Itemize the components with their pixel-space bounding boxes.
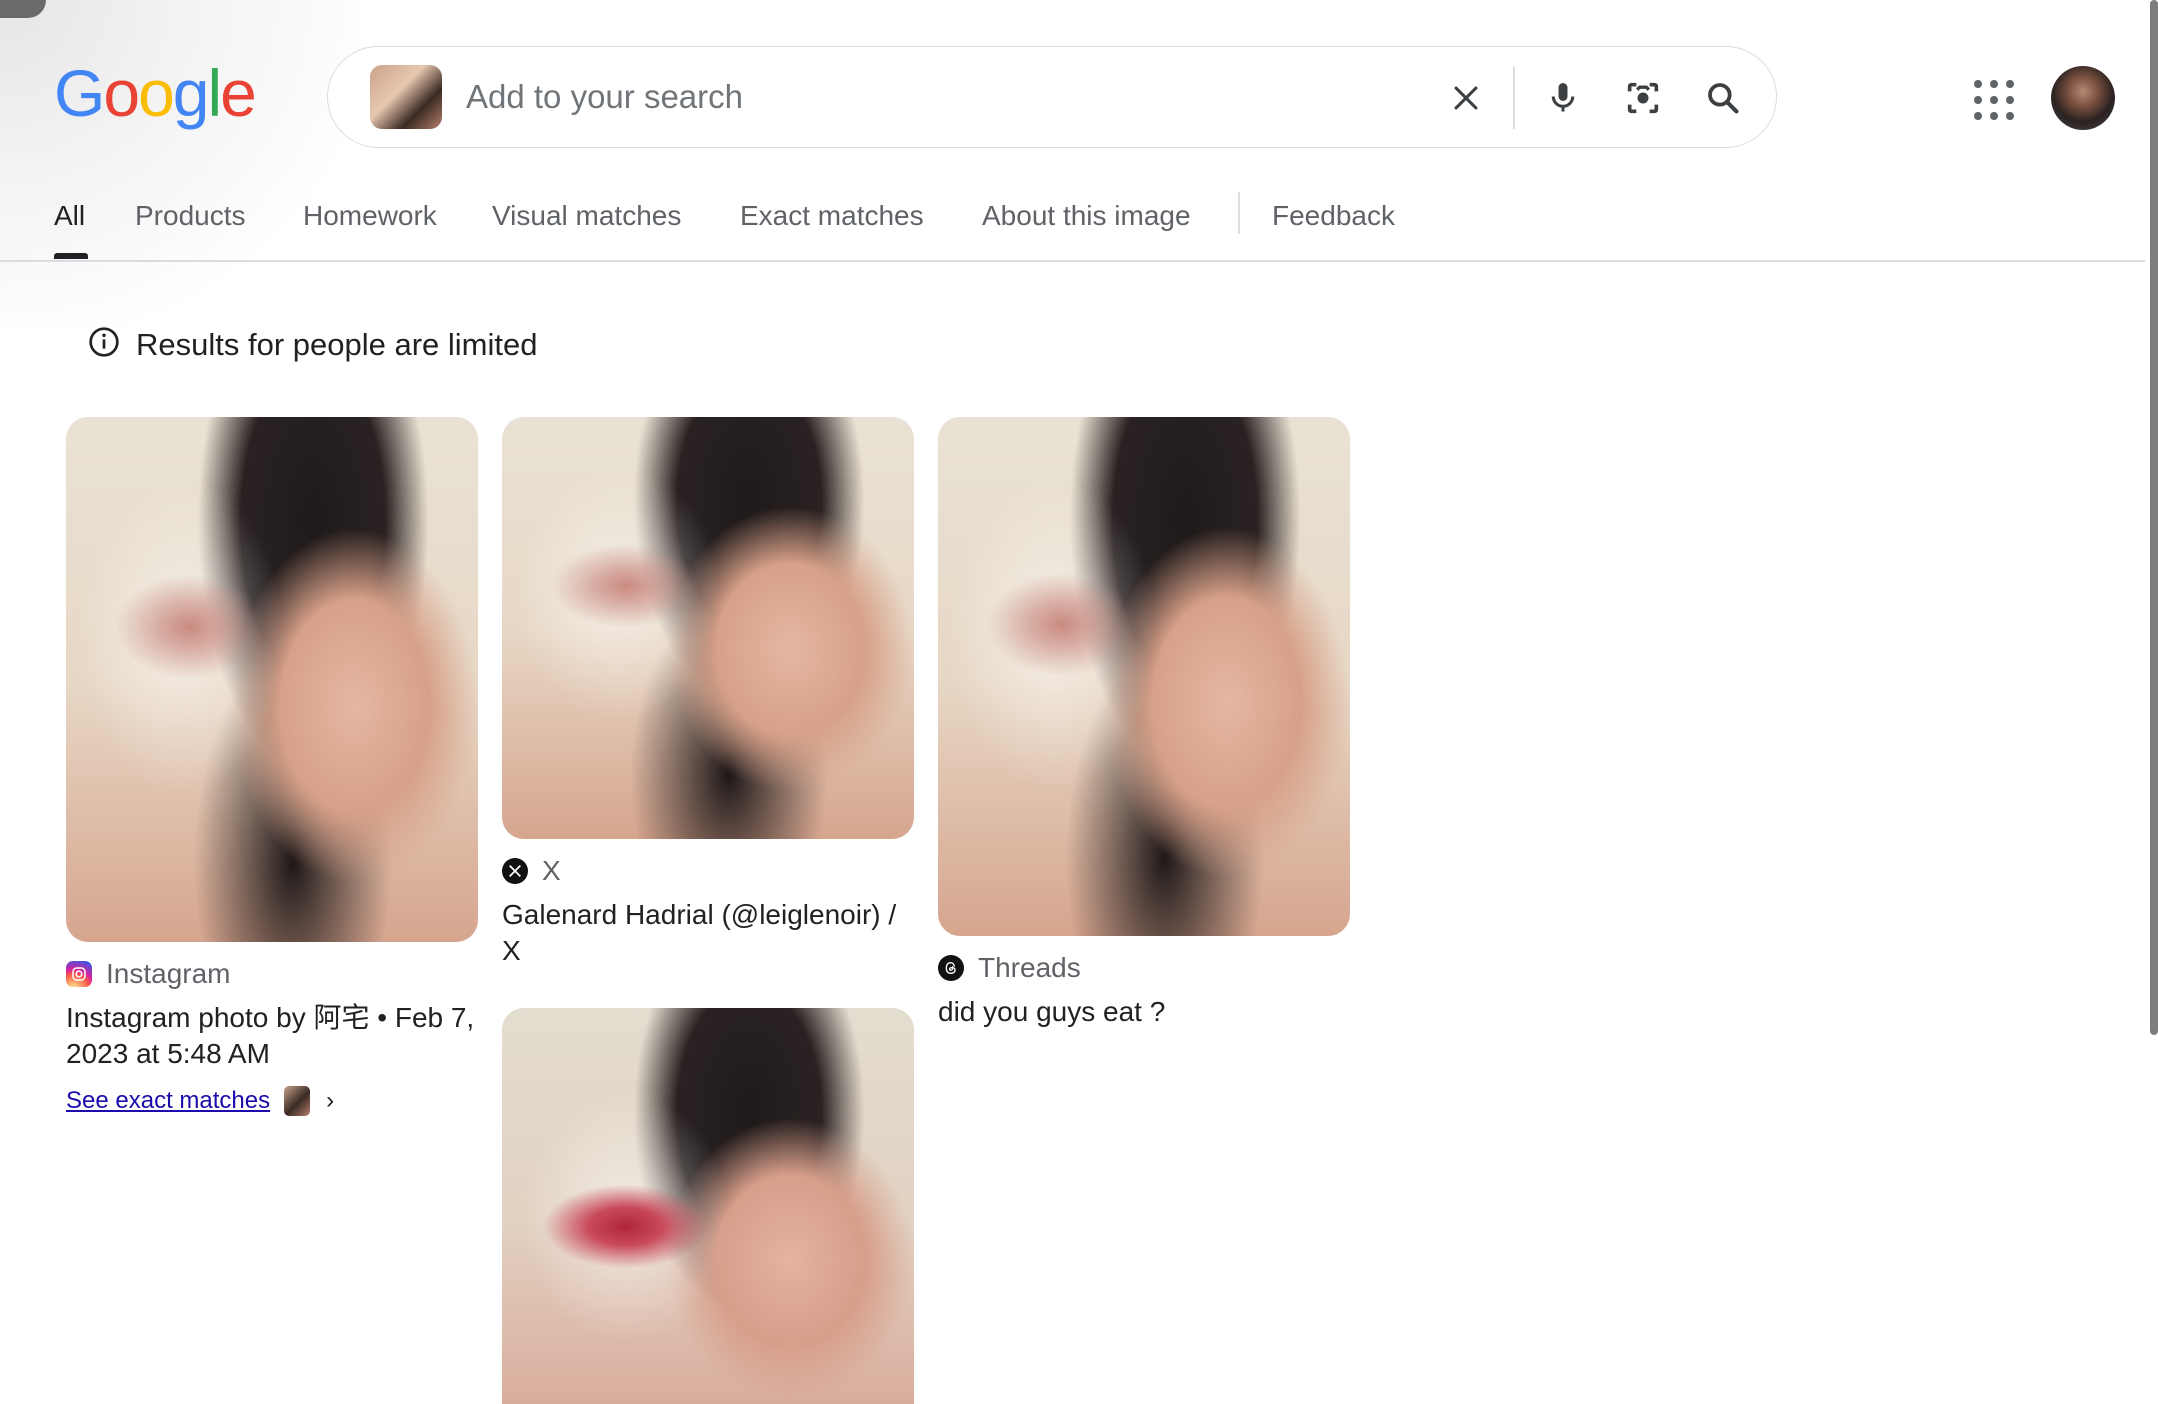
source-name: Instagram — [106, 958, 231, 989]
instagram-icon — [66, 961, 92, 987]
search-icon[interactable] — [1698, 73, 1748, 123]
tab-all[interactable]: All — [54, 200, 85, 232]
result-image[interactable] — [66, 417, 478, 942]
search-image-thumbnail[interactable] — [370, 65, 442, 129]
corner-shade — [0, 0, 360, 330]
tab-products[interactable]: Products — [135, 200, 246, 232]
result-title[interactable]: Galenard Hadrial (@leiglenoir) / X — [502, 897, 914, 969]
info-icon[interactable] — [88, 326, 120, 363]
result-title[interactable]: did you guys eat ? — [938, 994, 1350, 1030]
page: Google Add to your search All Products H… — [0, 0, 2158, 1404]
microphone-icon[interactable] — [1538, 73, 1588, 123]
threads-icon — [938, 955, 964, 981]
result-card — [502, 1008, 914, 1404]
source-name: X — [542, 855, 561, 886]
result-source[interactable]: Instagram — [66, 956, 478, 992]
tab-homework[interactable]: Homework — [303, 200, 437, 232]
camera-lens-icon[interactable] — [1618, 73, 1668, 123]
google-logo[interactable]: Google — [54, 60, 257, 126]
user-avatar[interactable] — [2051, 66, 2115, 130]
close-icon[interactable] — [1441, 73, 1491, 123]
x-icon — [502, 858, 528, 884]
see-exact-matches-link[interactable]: See exact matches — [66, 1087, 270, 1115]
people-results-notice: Results for people are limited — [88, 326, 537, 363]
tab-feedback[interactable]: Feedback — [1272, 200, 1395, 232]
result-source[interactable]: Threads — [938, 950, 1350, 986]
result-image[interactable] — [938, 417, 1350, 936]
exact-matches-row: See exact matches › — [66, 1086, 478, 1116]
result-title[interactable]: Instagram photo by 阿宅 • Feb 7, 2023 at 5… — [66, 1000, 478, 1072]
result-image[interactable] — [502, 417, 914, 839]
tab-exact-matches[interactable]: Exact matches — [740, 200, 924, 232]
result-source[interactable]: X — [502, 853, 914, 889]
active-tab-indicator — [54, 253, 88, 259]
tabs-border — [0, 260, 2145, 262]
scrollbar[interactable] — [2150, 0, 2158, 1035]
notice-text: Results for people are limited — [136, 326, 538, 362]
search-divider — [1513, 67, 1515, 129]
search-input[interactable] — [464, 71, 1368, 123]
tabs-separator — [1238, 192, 1240, 234]
tab-about-this-image[interactable]: About this image — [982, 200, 1191, 232]
result-card: Threads did you guys eat ? — [938, 417, 1350, 1030]
chevron-right-icon[interactable]: › — [326, 1087, 334, 1115]
result-image[interactable] — [502, 1008, 914, 1404]
result-card: X Galenard Hadrial (@leiglenoir) / X — [502, 417, 914, 969]
exact-match-thumbnail — [284, 1086, 311, 1116]
result-card: Instagram Instagram photo by 阿宅 • Feb 7,… — [66, 417, 478, 1116]
tab-visual-matches[interactable]: Visual matches — [492, 200, 681, 232]
apps-grid-icon[interactable] — [1970, 76, 2018, 124]
source-name: Threads — [978, 952, 1081, 983]
search-box — [327, 46, 1777, 148]
